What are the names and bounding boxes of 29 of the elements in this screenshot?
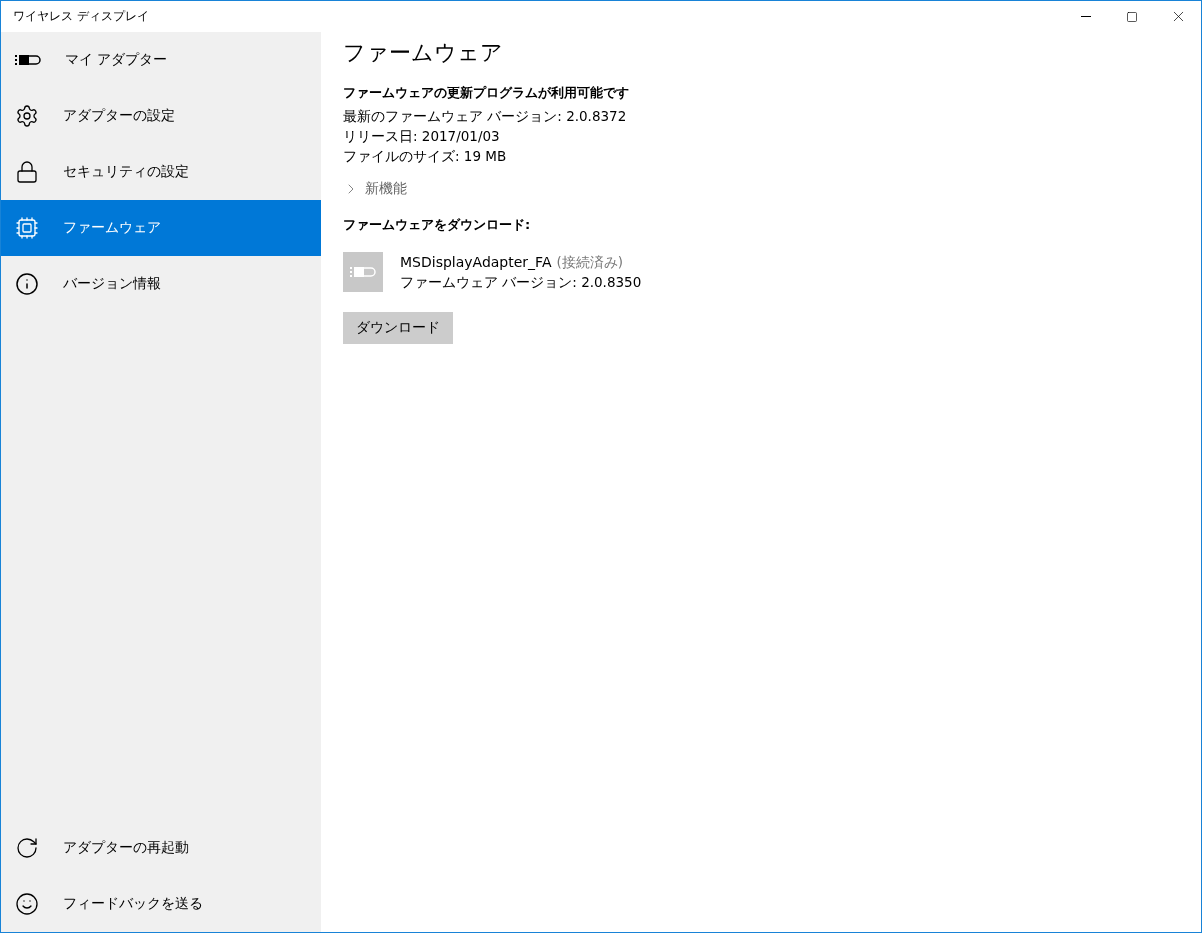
lock-icon bbox=[15, 160, 39, 184]
detail-text: 最新のファームウェア バージョン: 2.0.8372 bbox=[343, 107, 627, 126]
sidebar-item[interactable]: ファームウェア bbox=[1, 200, 321, 256]
info-icon bbox=[15, 272, 39, 296]
restart-icon bbox=[15, 836, 39, 860]
device-status: (接続済み) bbox=[556, 254, 624, 270]
device-name: MSDisplayAdapter_FA bbox=[400, 254, 552, 270]
window-title: ワイヤレス ディスプレイ bbox=[12, 8, 149, 25]
minimize-icon bbox=[1081, 16, 1091, 17]
whats-new-expander[interactable]: 新機能 bbox=[343, 180, 407, 198]
detail-text: リリース日: 2017/01/03 bbox=[343, 127, 500, 146]
download-heading: ファームウェアをダウンロード: bbox=[343, 216, 531, 234]
smiley-icon bbox=[15, 892, 39, 916]
sidebar-item[interactable]: セキュリティの設定 bbox=[1, 144, 321, 200]
detail-text: ファイルのサイズ: 19 MB bbox=[343, 147, 507, 166]
adapter-icon bbox=[15, 54, 41, 66]
adapter-icon bbox=[343, 252, 383, 292]
download-button[interactable]: ダウンロード bbox=[343, 312, 453, 344]
update-heading: ファームウェアの更新プログラムが利用可能です bbox=[343, 84, 629, 102]
chip-icon bbox=[15, 216, 39, 240]
maximize-icon bbox=[1126, 10, 1138, 23]
page-title: ファームウェア bbox=[343, 39, 503, 67]
sidebar-item[interactable]: バージョン情報 bbox=[1, 256, 321, 312]
sidebar-item[interactable]: フィードバックを送る bbox=[1, 876, 321, 932]
settings-icon bbox=[15, 104, 39, 128]
device-version: ファームウェア バージョン: 2.0.8350 bbox=[400, 273, 642, 292]
sidebar-item[interactable]: アダプターの再起動 bbox=[1, 820, 321, 876]
sidebar-item[interactable]: マイ アダプター bbox=[1, 32, 321, 88]
sidebar-item[interactable]: アダプターの設定 bbox=[1, 88, 321, 144]
